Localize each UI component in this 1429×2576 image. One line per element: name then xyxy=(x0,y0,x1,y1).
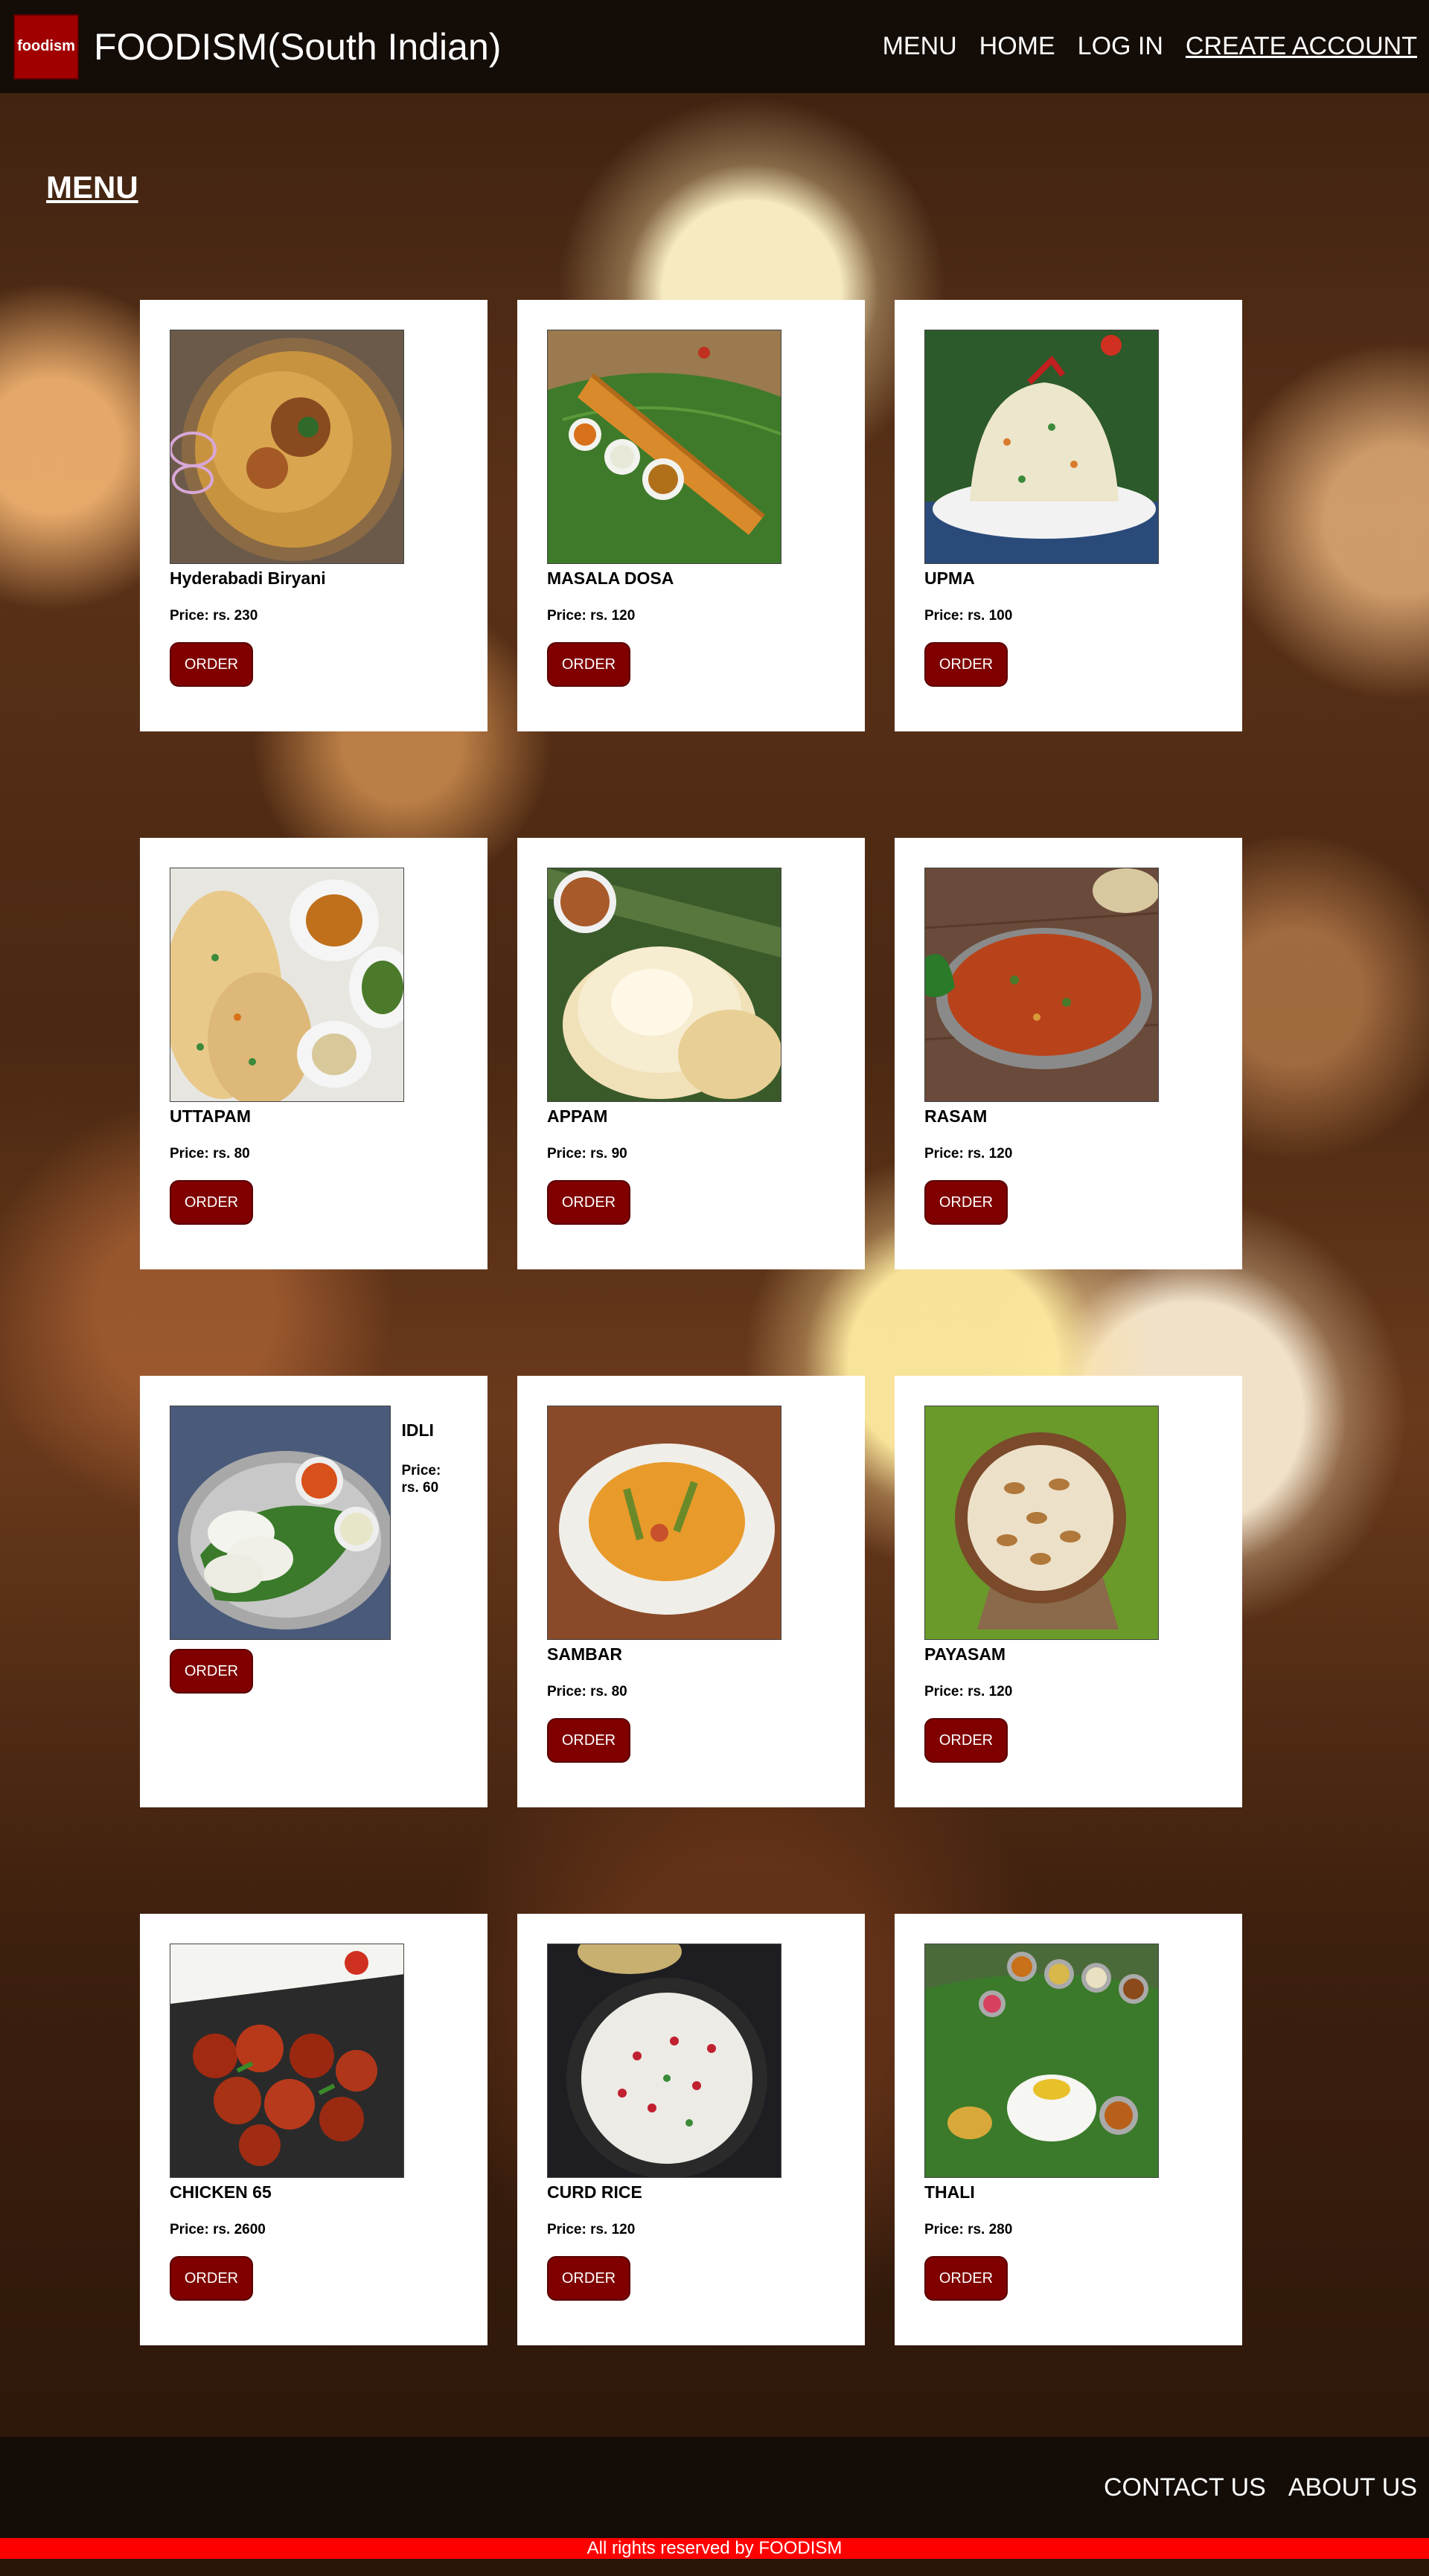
biryani-image xyxy=(170,330,404,564)
idli-text: IDLI Price: rs. 60 xyxy=(401,1406,458,1640)
order-button[interactable]: ORDER xyxy=(170,1180,253,1225)
menu-card-chicken-65: CHICKEN 65 Price: rs. 2600 ORDER xyxy=(140,1914,487,2345)
nav-home[interactable]: HOME xyxy=(979,32,1055,61)
site-title: FOODISM(South Indian) xyxy=(94,25,502,68)
item-name: SAMBAR xyxy=(547,1644,622,1664)
nav-create-account[interactable]: CREATE ACCOUNT xyxy=(1186,32,1417,61)
order-button[interactable]: ORDER xyxy=(170,642,253,687)
menu-card-rasam: RASAM Price: rs. 120 ORDER xyxy=(895,838,1242,1269)
menu-card-upma: UPMA Price: rs. 100 ORDER xyxy=(895,300,1242,731)
item-name: THALI xyxy=(924,2182,975,2202)
payasam-image xyxy=(924,1406,1159,1640)
item-price: Price: rs. 120 xyxy=(924,1684,1013,1699)
thali-image xyxy=(924,1944,1159,2178)
footer-contact-us[interactable]: CONTACT US xyxy=(1104,2473,1266,2502)
menu-card-curd-rice: CURD RICE Price: rs. 120 ORDER xyxy=(517,1914,865,2345)
logo-text: foodism xyxy=(17,38,75,54)
item-name: Hyderabadi Biryani xyxy=(170,568,326,588)
item-price: Price: rs. 230 xyxy=(170,608,258,624)
menu-card-idli: IDLI Price: rs. 60 ORDER xyxy=(140,1376,487,1807)
item-price: Price: rs. 60 xyxy=(401,1463,441,1496)
idli-content: IDLI Price: rs. 60 xyxy=(170,1406,458,1640)
curd-rice-image xyxy=(547,1944,781,2178)
menu-card-thali: THALI Price: rs. 280 ORDER xyxy=(895,1914,1242,2345)
item-name: RASAM xyxy=(924,1106,988,1126)
site-footer: CONTACT US ABOUT US xyxy=(0,2437,1429,2538)
main-nav: MENU HOME LOG IN CREATE ACCOUNT xyxy=(883,32,1417,61)
item-price: Price: rs. 120 xyxy=(924,1146,1013,1162)
masala-dosa-image xyxy=(547,330,781,564)
page-title: MENU xyxy=(46,170,138,205)
order-button[interactable]: ORDER xyxy=(924,2256,1008,2301)
footer-about-us[interactable]: ABOUT US xyxy=(1288,2473,1417,2502)
item-name: APPAM xyxy=(547,1106,608,1126)
brand: foodism FOODISM(South Indian) xyxy=(13,13,502,80)
order-button[interactable]: ORDER xyxy=(547,2256,630,2301)
chicken-65-image xyxy=(170,1944,404,2178)
order-button[interactable]: ORDER xyxy=(170,1649,253,1694)
item-name: CURD RICE xyxy=(547,2182,642,2202)
order-button[interactable]: ORDER xyxy=(924,642,1008,687)
item-name: UTTAPAM xyxy=(170,1106,252,1126)
item-price: Price: rs. 100 xyxy=(924,608,1013,624)
item-name: IDLI xyxy=(401,1420,434,1440)
nav-menu[interactable]: MENU xyxy=(883,32,957,61)
nav-log-in[interactable]: LOG IN xyxy=(1078,32,1163,61)
site-logo[interactable]: foodism xyxy=(13,13,79,80)
item-name: UPMA xyxy=(924,568,975,588)
item-price: Price: rs. 120 xyxy=(547,2222,636,2237)
order-button[interactable]: ORDER xyxy=(170,2256,253,2301)
item-price: Price: rs. 120 xyxy=(547,608,636,624)
menu-card-masala-dosa: MASALA DOSA Price: rs. 120 ORDER xyxy=(517,300,865,731)
uttapam-image xyxy=(170,868,404,1102)
item-price: Price: rs. 90 xyxy=(547,1146,627,1162)
item-name: PAYASAM xyxy=(924,1644,1006,1664)
item-name: CHICKEN 65 xyxy=(170,2182,272,2202)
site-header: foodism FOODISM(South Indian) MENU HOME … xyxy=(0,0,1429,93)
item-price: Price: rs. 80 xyxy=(170,1146,250,1162)
menu-card-sambar: SAMBAR Price: rs. 80 ORDER xyxy=(517,1376,865,1807)
copyright-bar: All rights reserved by FOODISM xyxy=(0,2538,1429,2559)
rasam-image xyxy=(924,868,1159,1102)
item-price: Price: rs. 2600 xyxy=(170,2222,266,2237)
sambar-image xyxy=(547,1406,781,1640)
idli-image xyxy=(170,1406,391,1640)
order-button[interactable]: ORDER xyxy=(547,1718,630,1763)
order-button[interactable]: ORDER xyxy=(924,1180,1008,1225)
menu-card-biryani: Hyderabadi Biryani Price: rs. 230 ORDER xyxy=(140,300,487,731)
menu-card-appam: APPAM Price: rs. 90 ORDER xyxy=(517,838,865,1269)
appam-image xyxy=(547,868,781,1102)
order-button[interactable]: ORDER xyxy=(924,1718,1008,1763)
item-price: Price: rs. 80 xyxy=(547,1684,627,1699)
menu-card-uttapam: UTTAPAM Price: rs. 80 ORDER xyxy=(140,838,487,1269)
upma-image xyxy=(924,330,1159,564)
item-name: MASALA DOSA xyxy=(547,568,674,588)
menu-card-payasam: PAYASAM Price: rs. 120 ORDER xyxy=(895,1376,1242,1807)
item-price: Price: rs. 280 xyxy=(924,2222,1013,2237)
order-button[interactable]: ORDER xyxy=(547,642,630,687)
order-button[interactable]: ORDER xyxy=(547,1180,630,1225)
